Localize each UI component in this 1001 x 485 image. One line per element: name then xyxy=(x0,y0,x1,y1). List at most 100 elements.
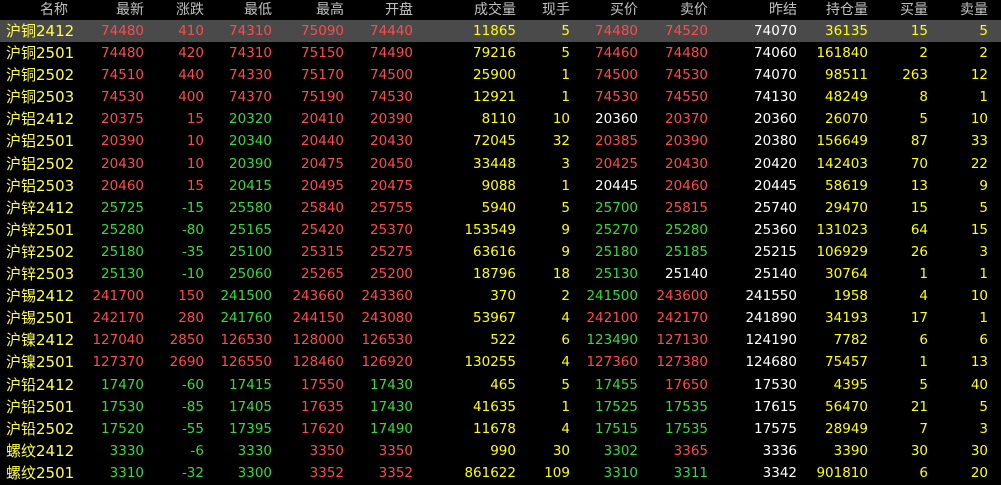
cell-change: -32 xyxy=(181,464,204,481)
table-row[interactable]: 沪铜2502 74510 440 74330 75170 74500 25900 1 74500… xyxy=(0,64,1001,86)
table-row[interactable]: 沪铜2412 74480 410 74310 75090 74440 11865 5 74480… xyxy=(0,20,1001,43)
cell-last: 25180 xyxy=(101,243,144,260)
table-row[interactable]: 螺纹2501 3310 -32 3300 3352 3352 861622 109 3310 33… xyxy=(0,462,1001,484)
table-row[interactable]: 沪镍2501 127370 2690 126550 128460 126920 130255… xyxy=(0,351,1001,373)
header-ask-volume[interactable]: 卖量 xyxy=(960,0,988,20)
header-last[interactable]: 最新 xyxy=(116,0,144,20)
cell-change: -60 xyxy=(181,376,204,393)
cell-low: 17395 xyxy=(229,420,272,437)
cell-ask-volume: 20 xyxy=(970,464,988,481)
cell-high: 25315 xyxy=(301,243,344,260)
row-name: 沪锌2502 xyxy=(6,242,75,261)
table-row[interactable]: 沪锌2412 25725 -15 25580 25840 25755 5940 5 25700 2… xyxy=(0,197,1001,219)
header-high[interactable]: 最高 xyxy=(316,0,344,20)
cell-ask-volume: 5 xyxy=(979,23,988,39)
cell-high: 128460 xyxy=(292,354,344,371)
table-row[interactable]: 沪锌2501 25280 -80 25165 25420 25370 153549 9 2527… xyxy=(0,219,1001,241)
cell-high: 75150 xyxy=(301,45,344,62)
table-row[interactable]: 螺纹2412 3330 -6 3330 3350 3350 990 30 3302 3365 333… xyxy=(0,440,1001,462)
table-row[interactable]: 沪锡2412 241700 150 241500 243660 243360 370 2 241… xyxy=(0,285,1001,307)
header-open[interactable]: 开盘 xyxy=(385,0,413,20)
cell-last: 74480 xyxy=(101,23,144,39)
cell-low: 20320 xyxy=(229,111,272,128)
table-row[interactable]: 沪铝2503 20460 15 20415 20495 20475 9088 1 20445 20… xyxy=(0,175,1001,197)
header-ask[interactable]: 卖价 xyxy=(680,0,708,20)
cell-high: 20495 xyxy=(301,177,344,194)
cell-prev-settle: 20380 xyxy=(754,133,797,150)
cell-open-interest: 142403 xyxy=(816,155,868,172)
cell-low: 20340 xyxy=(229,133,272,150)
cell-ask-volume: 30 xyxy=(970,442,988,459)
table-row[interactable]: 沪锌2503 25130 -10 25060 25265 25200 18796 18 2513… xyxy=(0,263,1001,285)
table-row[interactable]: 沪铅2501 17530 -85 17405 17635 17430 41635 1 17525… xyxy=(0,396,1001,418)
cell-open-interest: 75457 xyxy=(825,354,868,371)
cell-ask: 74480 xyxy=(665,45,708,62)
cell-open: 20475 xyxy=(370,177,413,194)
header-open-interest[interactable]: 持仓量 xyxy=(826,0,868,20)
cell-ask: 127130 xyxy=(656,332,708,349)
cell-open-interest: 98511 xyxy=(825,67,868,84)
cell-last: 25280 xyxy=(101,221,144,238)
cell-change: -85 xyxy=(181,398,204,415)
table-row[interactable]: 沪铅2502 17520 -55 17395 17620 17490 11678 4 17515… xyxy=(0,418,1001,440)
table-row[interactable]: 沪铜2503 74530 400 74370 75190 74530 12921 1 74530… xyxy=(0,86,1001,108)
cell-bid-volume: 70 xyxy=(910,155,928,172)
cell-prev-settle: 74130 xyxy=(754,89,797,106)
cell-low: 126530 xyxy=(220,332,272,349)
header-bid-volume[interactable]: 买量 xyxy=(900,0,928,20)
cell-ask: 25185 xyxy=(665,243,708,260)
header-name[interactable]: 名称 xyxy=(40,0,100,20)
cell-ask: 17535 xyxy=(665,398,708,415)
cell-change: 420 xyxy=(178,45,204,62)
cell-volume: 11678 xyxy=(473,420,516,437)
header-prev-settle[interactable]: 昨结 xyxy=(769,0,797,20)
cell-open: 20430 xyxy=(370,133,413,150)
cell-last: 25130 xyxy=(101,266,144,283)
header-change[interactable]: 涨跌 xyxy=(176,0,204,20)
cell-ask-volume: 13 xyxy=(970,354,988,371)
cell-open-interest: 901810 xyxy=(816,464,868,481)
table-body: 沪铜2412 74480 410 74310 75090 74440 11865 5 74480… xyxy=(0,20,1001,484)
cell-bid-volume: 5 xyxy=(919,111,928,128)
cell-current-lot: 2 xyxy=(561,288,570,305)
cell-open: 243080 xyxy=(361,310,413,327)
cell-bid: 25130 xyxy=(595,266,638,283)
cell-prev-settle: 25140 xyxy=(754,266,797,283)
cell-open-interest: 34193 xyxy=(825,310,868,327)
cell-current-lot: 9 xyxy=(561,221,570,238)
table-row[interactable]: 沪铅2412 17470 -60 17415 17550 17430 465 5 17455 17… xyxy=(0,374,1001,396)
cell-open-interest: 161840 xyxy=(816,45,868,62)
table-row[interactable]: 沪锡2501 242170 280 241760 244150 243080 53967 4 2… xyxy=(0,307,1001,329)
row-name: 沪锌2501 xyxy=(6,220,75,239)
cell-ask-volume: 40 xyxy=(970,376,988,393)
table-row[interactable]: 沪铝2501 20390 10 20340 20440 20430 72045 32 20385… xyxy=(0,130,1001,152)
cell-high: 3350 xyxy=(309,442,344,459)
table-row[interactable]: 沪铝2412 20375 15 20320 20410 20390 8110 10 20360 2… xyxy=(0,108,1001,130)
cell-open-interest: 28949 xyxy=(825,420,868,437)
cell-bid: 20360 xyxy=(595,111,638,128)
table-row[interactable]: 沪锌2502 25180 -35 25100 25315 25275 63616 9 25180… xyxy=(0,241,1001,263)
row-name: 沪锌2412 xyxy=(6,198,75,217)
cell-open: 126530 xyxy=(361,332,413,349)
cell-volume: 63616 xyxy=(473,243,516,260)
cell-ask-volume: 33 xyxy=(970,133,988,150)
header-volume[interactable]: 成交量 xyxy=(474,0,516,20)
cell-current-lot: 3 xyxy=(561,155,570,172)
cell-ask-volume: 1 xyxy=(979,310,988,327)
cell-low: 25100 xyxy=(229,243,272,260)
header-low[interactable]: 最低 xyxy=(244,0,272,20)
cell-bid: 74500 xyxy=(595,67,638,84)
cell-volume: 53967 xyxy=(473,310,516,327)
cell-bid-volume: 87 xyxy=(910,133,928,150)
cell-ask-volume: 3 xyxy=(979,420,988,437)
header-current-lot[interactable]: 现手 xyxy=(542,0,570,20)
table-row[interactable]: 沪铝2502 20430 10 20390 20475 20450 33448 3 20425 2… xyxy=(0,153,1001,175)
cell-current-lot: 5 xyxy=(561,23,570,39)
header-bid[interactable]: 买价 xyxy=(610,0,638,20)
cell-ask: 3311 xyxy=(673,464,708,481)
cell-volume: 25900 xyxy=(473,67,516,84)
table-row[interactable]: 沪铜2501 74480 420 74310 75150 74490 79216 5 74460… xyxy=(0,42,1001,64)
cell-change: -80 xyxy=(181,221,204,238)
cell-ask-volume: 3 xyxy=(979,243,988,260)
table-row[interactable]: 沪镍2412 127040 2850 126530 128000 126530 522 6 12… xyxy=(0,329,1001,351)
